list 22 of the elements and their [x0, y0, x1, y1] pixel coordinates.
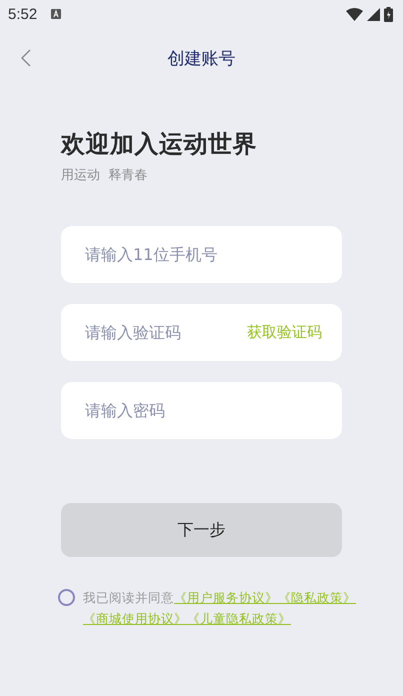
page-title: 创建账号	[166, 48, 236, 70]
status-time: 5:52	[8, 6, 38, 22]
text-input[interactable]: 请输入11位手机号	[83, 244, 322, 265]
agreement-link[interactable]: 《商城使用协议》	[83, 611, 187, 626]
chevron-left-icon	[21, 49, 31, 67]
text-input[interactable]: 请输入验证码	[83, 322, 247, 343]
input-field[interactable]: 请输入11位手机号	[61, 226, 342, 283]
agreement-link[interactable]: 《用户服务协议》	[174, 590, 278, 605]
agreement-link[interactable]: 《隐私政策》	[278, 590, 356, 605]
signal-icon	[367, 8, 380, 20]
agreement-link[interactable]: 《儿童隐私政策》	[187, 611, 291, 626]
input-field[interactable]: 请输入密码	[61, 382, 342, 439]
battery-icon	[384, 6, 393, 22]
text-input[interactable]: 请输入密码	[83, 400, 322, 421]
wifi-icon	[346, 8, 363, 20]
welcome-title: 欢迎加入运动世界	[61, 129, 258, 160]
get-code-button[interactable]: 获取验证码	[247, 323, 322, 342]
input-field[interactable]: 请输入验证码 获取验证码	[61, 304, 342, 361]
welcome-subtitle: 用运动 释青春	[61, 167, 148, 184]
agreement-checkbox[interactable]	[58, 589, 75, 606]
agreement-text: 我已阅读并同意《用户服务协议》《隐私政策》 《商城使用协议》《儿童隐私政策》	[83, 589, 357, 628]
notification-icon	[51, 9, 62, 19]
